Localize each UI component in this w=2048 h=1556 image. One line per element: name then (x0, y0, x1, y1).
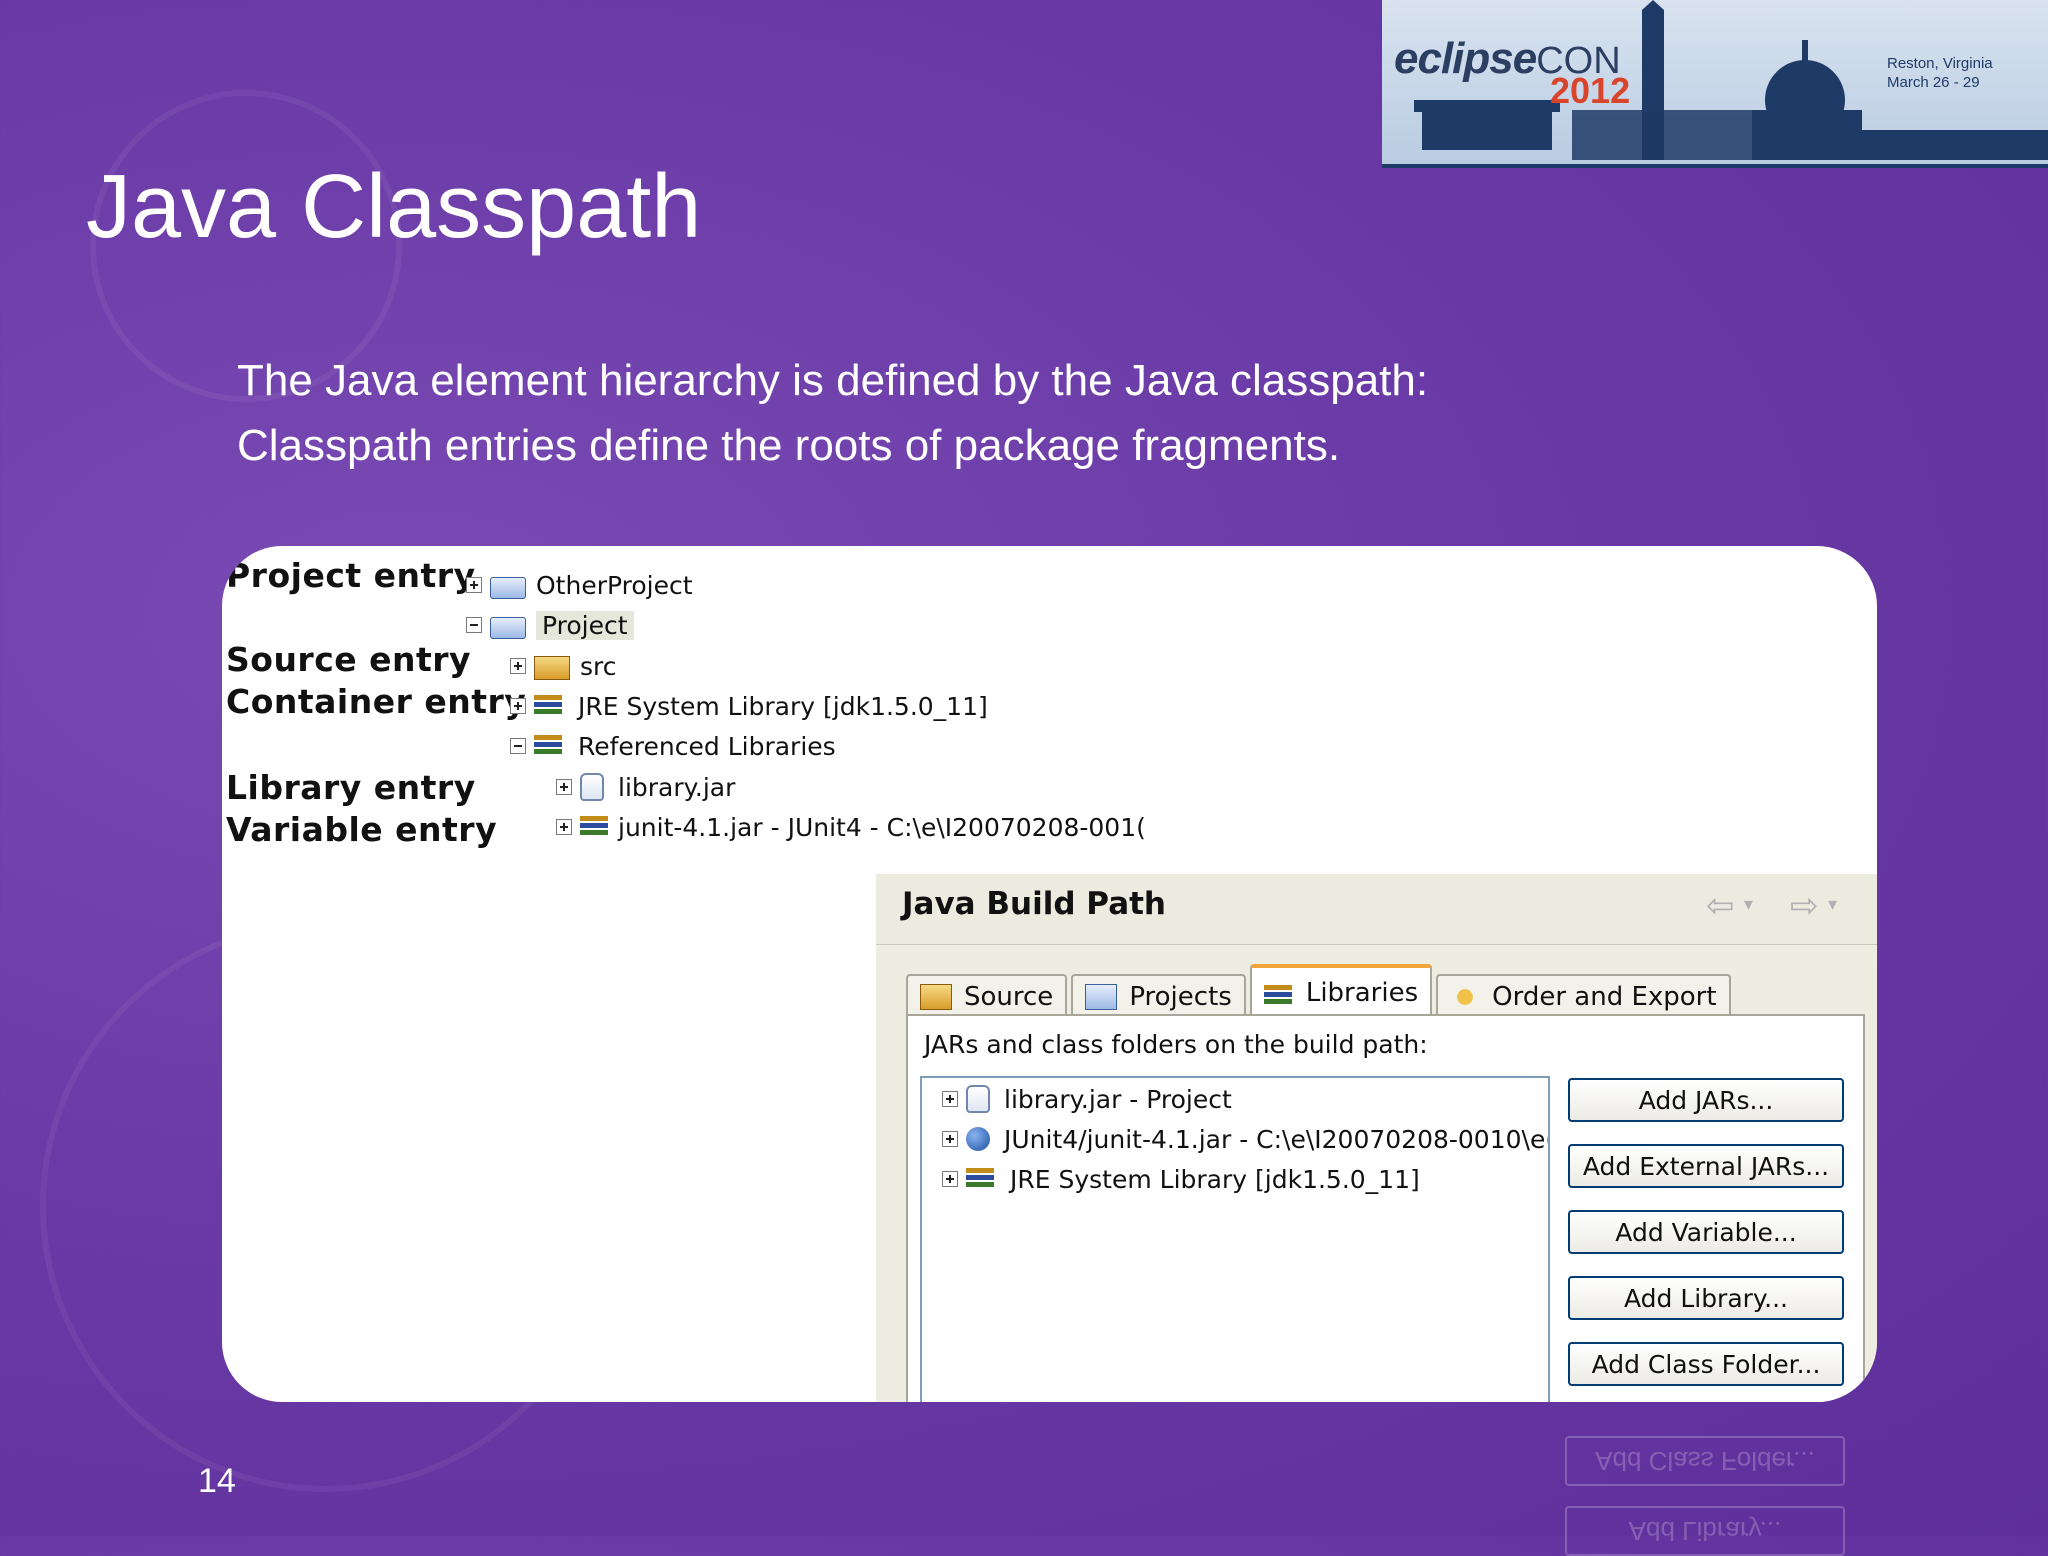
logo-eclipse-text: eclipse (1394, 34, 1537, 83)
jar-icon (966, 1085, 990, 1113)
tab-projects[interactable]: Projects (1071, 974, 1246, 1018)
add-class-folder-button[interactable]: Add Class Folder... (1568, 1342, 1844, 1386)
event-city: Reston, Virginia (1887, 55, 1993, 72)
slide-description: The Java element hierarchy is defined by… (237, 348, 1428, 478)
expand-icon[interactable] (942, 1091, 958, 1107)
libraries-heading: JARs and class folders on the build path… (924, 1030, 1428, 1059)
forward-dropdown-icon[interactable]: ▾ (1828, 894, 1837, 915)
event-dates: March 26 - 29 (1887, 74, 1980, 91)
order-export-icon (1450, 985, 1481, 1009)
project-folder-icon (490, 617, 526, 639)
list-item-label: JUnit4/junit-4.1.jar - C:\e\I20070208-00… (1004, 1124, 1550, 1154)
tree-item-label: Project (536, 610, 634, 640)
variable-jar-icon (580, 812, 608, 842)
expand-icon[interactable] (556, 779, 572, 795)
tab-label: Libraries (1305, 978, 1419, 1008)
expand-icon[interactable] (510, 698, 526, 714)
expand-icon[interactable] (942, 1131, 958, 1147)
tree-item-junit-jar[interactable]: junit-4.1.jar - JUnit4 - C:\e\I20070208-… (556, 810, 1146, 844)
tree-item-jre-library[interactable]: JRE System Library [jdk1.5.0_11] (510, 689, 988, 723)
list-item[interactable]: JUnit4/junit-4.1.jar - C:\e\I20070208-00… (942, 1122, 1550, 1156)
tab-label: Projects (1129, 982, 1232, 1012)
label-library-entry: Library entry (226, 768, 476, 807)
tab-source[interactable]: Source (906, 974, 1068, 1018)
tree-item-label: OtherProject (536, 570, 693, 600)
back-arrow-icon[interactable]: ⇦ (1706, 886, 1735, 926)
expand-icon[interactable] (466, 577, 482, 593)
tab-label: Source (964, 982, 1054, 1012)
build-path-title: Java Build Path (902, 886, 1166, 922)
tree-item-label: library.jar (618, 772, 736, 802)
library-icon (1263, 981, 1294, 1005)
slide-title: Java Classpath (86, 157, 702, 257)
tree-item-project[interactable]: Project (466, 608, 634, 642)
tree-item-otherproject[interactable]: OtherProject (466, 568, 693, 602)
source-folder-icon (534, 656, 570, 680)
list-item-label: library.jar - Project (1004, 1084, 1232, 1114)
libraries-tab-content: JARs and class folders on the build path… (906, 1014, 1865, 1402)
list-item[interactable]: JRE System Library [jdk1.5.0_11] (942, 1162, 1420, 1196)
label-source-entry: Source entry (226, 640, 472, 679)
list-item[interactable]: library.jar - Project (942, 1082, 1232, 1116)
tree-item-referenced-libraries[interactable]: Referenced Libraries (510, 729, 836, 763)
jar-icon (580, 773, 604, 801)
add-jars-button[interactable]: Add JARs... (1568, 1078, 1844, 1122)
build-path-entries-list[interactable]: library.jar - Project JUnit4/junit-4.1.j… (920, 1076, 1550, 1402)
label-variable-entry: Variable entry (226, 810, 498, 849)
java-build-path-panel: Java Build Path ⇦ ▾ ⇨ ▾ Source Projects … (876, 874, 1877, 1402)
tree-item-src[interactable]: src (510, 649, 617, 683)
projects-icon (1085, 984, 1118, 1010)
eclipsecon-banner: eclipseCON 2012 Reston, Virginia March 2… (1382, 0, 2048, 168)
label-project-entry: Project entry (226, 556, 476, 595)
tab-libraries[interactable]: Libraries (1249, 964, 1433, 1018)
reflected-add-class-folder-button: Add Class Folder... (1565, 1436, 1845, 1486)
add-library-button[interactable]: Add Library... (1568, 1276, 1844, 1320)
description-line: Classpath entries define the roots of pa… (237, 421, 1341, 470)
collapse-icon[interactable] (466, 617, 482, 633)
description-line: The Java element hierarchy is defined by… (237, 356, 1429, 405)
screenshot-panel: Project entry Source entry Container ent… (222, 546, 1877, 1402)
expand-icon[interactable] (942, 1171, 958, 1187)
project-folder-icon (490, 577, 526, 599)
tree-item-label: JRE System Library [jdk1.5.0_11] (578, 691, 988, 721)
event-location: Reston, Virginia March 26 - 29 (1887, 54, 1993, 92)
tree-item-label: junit-4.1.jar - JUnit4 - C:\e\I20070208-… (618, 812, 1146, 842)
library-icon (534, 731, 568, 761)
tab-order-and-export[interactable]: Order and Export (1436, 974, 1731, 1018)
label-container-entry: Container entry (226, 682, 527, 721)
variable-icon (966, 1127, 990, 1151)
reflected-add-library-button: Add Library... (1565, 1506, 1845, 1556)
source-folder-icon (920, 984, 952, 1010)
build-path-tabs: Source Projects Libraries Order and Expo… (906, 964, 1735, 1018)
collapse-icon[interactable] (510, 738, 526, 754)
logo-year: 2012 (1550, 70, 1631, 111)
page-number: 14 (198, 1462, 236, 1500)
panel-reflection: Add Library... Add Class Folder... (1565, 1416, 1845, 1556)
expand-icon[interactable] (556, 819, 572, 835)
build-path-header: Java Build Path ⇦ ▾ ⇨ ▾ (876, 874, 1877, 945)
expand-icon[interactable] (510, 658, 526, 674)
tree-item-label: src (580, 651, 617, 681)
tree-item-label: Referenced Libraries (578, 731, 836, 761)
forward-arrow-icon[interactable]: ⇨ (1790, 886, 1819, 926)
back-dropdown-icon[interactable]: ▾ (1744, 894, 1753, 915)
tree-item-library-jar[interactable]: library.jar (556, 770, 735, 804)
add-variable-button[interactable]: Add Variable... (1568, 1210, 1844, 1254)
list-item-label: JRE System Library [jdk1.5.0_11] (1010, 1164, 1420, 1194)
tab-label: Order and Export (1492, 982, 1717, 1012)
add-external-jars-button[interactable]: Add External JARs... (1568, 1144, 1844, 1188)
library-icon (966, 1164, 1000, 1194)
library-icon (534, 691, 568, 721)
